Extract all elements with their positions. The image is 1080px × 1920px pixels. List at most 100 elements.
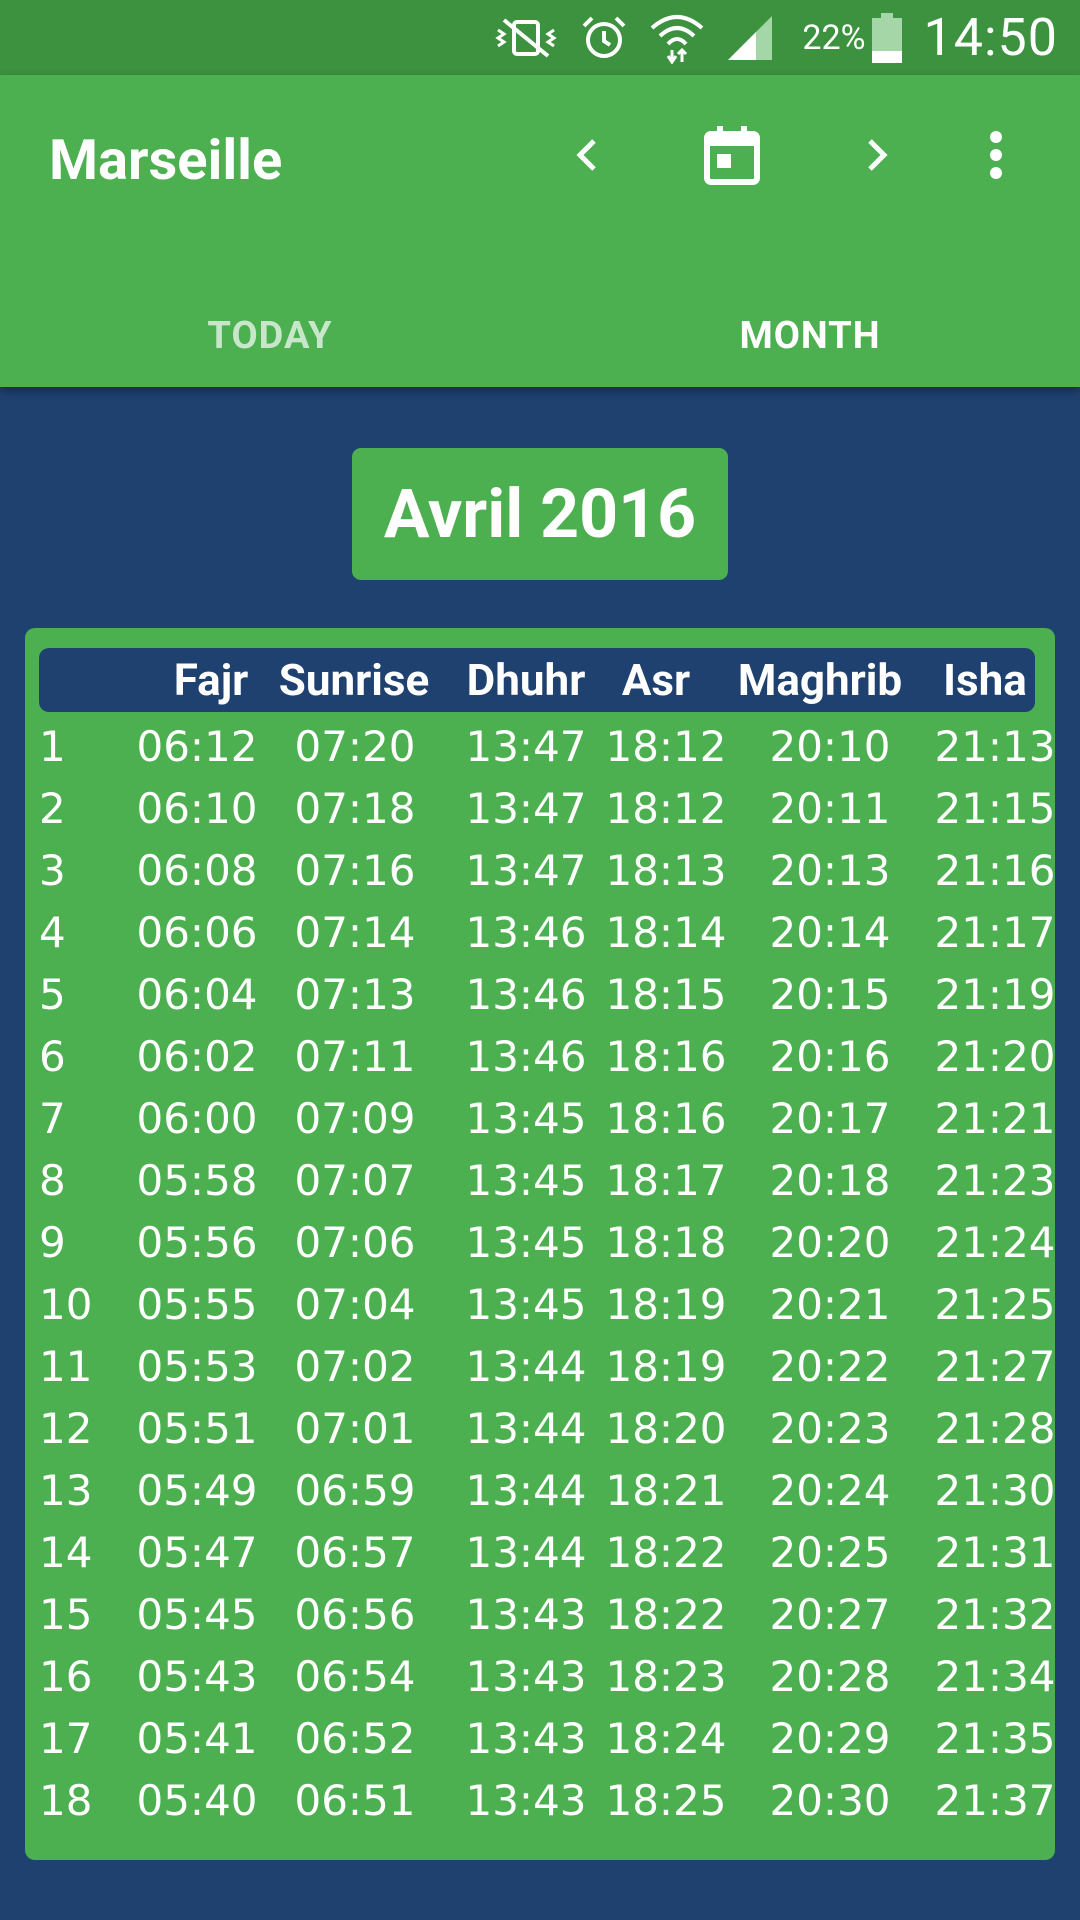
asr-cell: 18:16 (605, 1032, 727, 1081)
isha-cell: 21:16 (934, 846, 1056, 895)
maghrib-cell: 20:22 (769, 1342, 891, 1391)
fajr-cell: 06:00 (136, 1094, 258, 1143)
day-cell: 5 (39, 970, 66, 1019)
day-cell: 11 (39, 1342, 93, 1391)
table-row: 7 06:00 07:09 13:45 18:16 20:17 21:21 (25, 1088, 1056, 1150)
day-cell: 4 (39, 908, 66, 957)
fajr-cell: 05:43 (136, 1652, 258, 1701)
fajr-cell: 05:41 (136, 1714, 258, 1763)
tab-month[interactable]: MONTH (540, 285, 1080, 387)
calendar-button[interactable] (682, 105, 782, 205)
battery-icon (871, 12, 902, 63)
maghrib-cell: 20:24 (769, 1466, 891, 1515)
isha-cell: 21:24 (934, 1218, 1056, 1267)
fajr-cell: 05:49 (136, 1466, 258, 1515)
sunrise-cell: 06:57 (294, 1528, 416, 1577)
sunrise-cell: 07:01 (294, 1404, 416, 1453)
maghrib-cell: 20:25 (769, 1528, 891, 1577)
table-row: 16 05:43 06:54 13:43 18:23 20:28 21:34 (25, 1646, 1056, 1708)
asr-cell: 18:13 (605, 846, 727, 895)
maghrib-cell: 20:29 (769, 1714, 891, 1763)
more-options-button[interactable] (946, 105, 1046, 205)
next-month-button[interactable] (826, 105, 926, 205)
sunrise-cell: 07:02 (294, 1342, 416, 1391)
fajr-cell: 05:45 (136, 1590, 258, 1639)
sunrise-cell: 07:06 (294, 1218, 416, 1267)
maghrib-cell: 20:28 (769, 1652, 891, 1701)
asr-cell: 18:12 (605, 784, 727, 833)
asr-cell: 18:25 (605, 1776, 727, 1825)
isha-cell: 21:27 (934, 1342, 1056, 1391)
day-cell: 6 (39, 1032, 66, 1081)
prayer-times-table: Fajr Sunrise Dhuhr Asr Maghrib Isha 1 06:… (25, 628, 1056, 1860)
asr-cell: 18:16 (605, 1094, 727, 1143)
table-row: 8 05:58 07:07 13:45 18:17 20:18 21:23 (25, 1150, 1056, 1212)
maghrib-cell: 20:17 (769, 1094, 891, 1143)
city-title: Marseille (49, 127, 283, 193)
sunrise-cell: 07:20 (294, 722, 416, 771)
isha-cell: 21:19 (934, 970, 1056, 1019)
sunrise-cell: 07:14 (294, 908, 416, 957)
previous-month-button[interactable] (538, 105, 638, 205)
asr-cell: 18:23 (605, 1652, 727, 1701)
column-header-isha: Isha (943, 654, 1027, 706)
maghrib-cell: 20:18 (769, 1156, 891, 1205)
wifi-icon (650, 12, 704, 64)
table-row: 2 06:10 07:18 13:47 18:12 20:11 21:15 (25, 778, 1056, 840)
isha-cell: 21:23 (934, 1156, 1056, 1205)
fajr-cell: 05:51 (136, 1404, 258, 1453)
day-cell: 2 (39, 784, 66, 833)
fajr-cell: 06:02 (136, 1032, 258, 1081)
day-cell: 7 (39, 1094, 66, 1143)
asr-cell: 18:24 (605, 1714, 727, 1763)
table-row: 10 05:55 07:04 13:45 18:19 20:21 21:25 (25, 1274, 1056, 1336)
table-row: 3 06:08 07:16 13:47 18:13 20:13 21:16 (25, 840, 1056, 902)
status-bar: 22% 14:50 (0, 0, 1080, 75)
isha-cell: 21:32 (934, 1590, 1056, 1639)
asr-cell: 18:17 (605, 1156, 727, 1205)
asr-cell: 18:19 (605, 1280, 727, 1329)
day-cell: 1 (39, 722, 66, 771)
asr-cell: 18:12 (605, 722, 727, 771)
isha-cell: 21:30 (934, 1466, 1056, 1515)
table-row: 15 05:45 06:56 13:43 18:22 20:27 21:32 (25, 1584, 1056, 1646)
asr-cell: 18:19 (605, 1342, 727, 1391)
vibrate-mute-icon (494, 16, 558, 60)
day-cell: 9 (39, 1218, 66, 1267)
asr-cell: 18:15 (605, 970, 727, 1019)
asr-cell: 18:21 (605, 1466, 727, 1515)
chevron-left-icon (576, 139, 596, 171)
column-header-fajr: Fajr (173, 654, 249, 706)
isha-cell: 21:13 (934, 722, 1056, 771)
asr-cell: 18:18 (605, 1218, 727, 1267)
fajr-cell: 06:04 (136, 970, 258, 1019)
column-header-sunrise: Sunrise (278, 654, 430, 706)
sunrise-cell: 07:04 (294, 1280, 416, 1329)
sunrise-cell: 06:51 (294, 1776, 416, 1825)
table-row: 18 05:40 06:51 13:43 18:25 20:30 21:37 (25, 1770, 1056, 1832)
sunrise-cell: 06:59 (294, 1466, 416, 1515)
day-cell: 12 (39, 1404, 93, 1453)
sunrise-cell: 07:09 (294, 1094, 416, 1143)
signal-icon (726, 14, 776, 62)
table-row: 4 06:06 07:14 13:46 18:14 20:14 21:17 (25, 902, 1056, 964)
sunrise-cell: 07:13 (294, 970, 416, 1019)
sunrise-cell: 07:11 (294, 1032, 416, 1081)
day-cell: 3 (39, 846, 66, 895)
tab-today[interactable]: TODAY (0, 285, 540, 387)
table-row: 14 05:47 06:57 13:44 18:22 20:25 21:31 (25, 1522, 1056, 1584)
alarm-icon (580, 14, 628, 62)
day-cell: 15 (39, 1590, 93, 1639)
fajr-cell: 05:58 (136, 1156, 258, 1205)
day-cell: 14 (39, 1528, 93, 1577)
maghrib-cell: 20:23 (769, 1404, 891, 1453)
isha-cell: 21:15 (934, 784, 1056, 833)
day-cell: 18 (39, 1776, 93, 1825)
sunrise-cell: 06:52 (294, 1714, 416, 1763)
maghrib-cell: 20:16 (769, 1032, 891, 1081)
fajr-cell: 06:06 (136, 908, 258, 957)
fajr-cell: 06:10 (136, 784, 258, 833)
column-header-maghrib: Maghrib (737, 654, 903, 706)
table-row: 9 05:56 07:06 13:45 18:18 20:20 21:24 (25, 1212, 1056, 1274)
day-cell: 8 (39, 1156, 66, 1205)
